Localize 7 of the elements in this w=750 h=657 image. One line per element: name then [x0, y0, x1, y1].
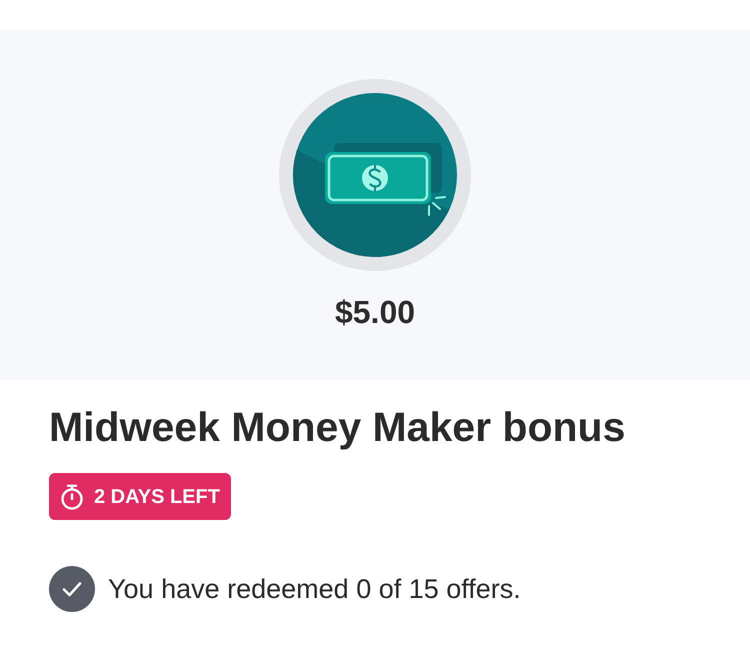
time-left-badge: 2 DAYS LEFT [49, 473, 231, 520]
redeemed-progress-text: You have redeemed 0 of 15 offers. [108, 573, 521, 605]
money-bill-icon [279, 79, 471, 271]
stopwatch-icon [60, 484, 84, 510]
reward-amount: $5.00 [334, 294, 416, 330]
check-icon [49, 566, 95, 612]
bonus-title: Midweek Money Maker bonus [49, 403, 626, 452]
